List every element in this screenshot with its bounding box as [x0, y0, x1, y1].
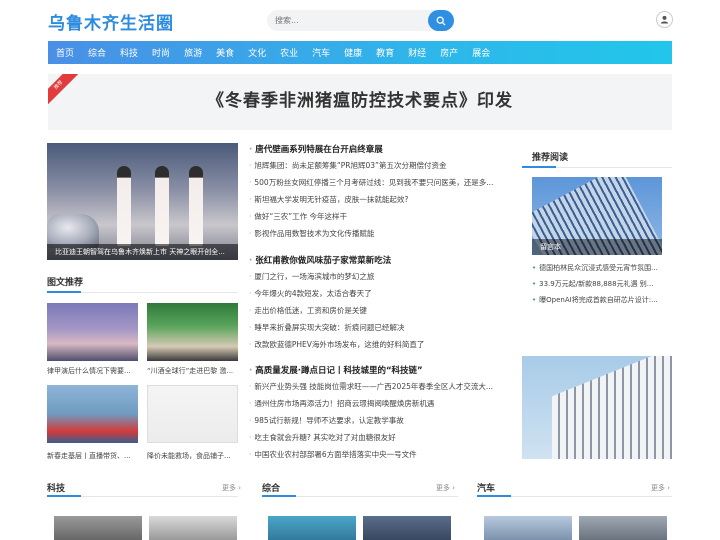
nav-item-tech[interactable]: 科技 — [120, 46, 138, 59]
recommend-image-caption[interactable]: 留言本 — [532, 239, 662, 255]
featured-banner[interactable]: 推荐 《冬春季非洲猪瘟防控技术要点》印发 — [48, 74, 672, 130]
building-shape — [552, 356, 672, 459]
sidebar-ad-image[interactable] — [522, 356, 672, 459]
hero-figure — [117, 166, 131, 246]
recommend-item[interactable]: 德国柏林民众沉浸式感受元宵节氛围... — [532, 263, 664, 273]
section-divider — [262, 495, 458, 497]
nav-item-finance[interactable]: 财经 — [408, 46, 426, 59]
search-icon — [436, 11, 446, 30]
news-item[interactable]: 斯坦福大学发明无针疫苗，皮肤一抹就能起效? — [249, 194, 511, 205]
section-divider — [522, 166, 672, 168]
news-item[interactable]: 中国农业农村部部署6方面举措落实中央一号文件 — [249, 449, 511, 460]
search-bar — [267, 10, 454, 31]
news-headline[interactable]: 张红甫教你做风味茄子家常菜新吃法 — [249, 254, 391, 266]
nav-item-travel[interactable]: 旅游 — [184, 46, 202, 59]
section-divider — [47, 495, 238, 497]
hero-figure — [155, 166, 169, 246]
news-item[interactable]: 做好“三农”工作 今年这样干 — [249, 211, 511, 222]
graphics-section-title: 图文推荐 — [47, 278, 84, 288]
nav-item-expo[interactable]: 展会 — [472, 46, 490, 59]
graphics-caption[interactable]: 律甲演后什么情况下需要... — [47, 366, 137, 376]
nav-item-agriculture[interactable]: 农业 — [280, 46, 298, 59]
news-item[interactable]: 今年爆火的4款短发，太适合春天了 — [249, 288, 511, 299]
graphics-caption[interactable]: “川酒全球行”走进巴黎 激... — [147, 366, 237, 376]
hero-image[interactable]: 比亚迪王朝智驾在乌鲁木齐焕新上市 天神之眼开创全... — [47, 143, 238, 260]
section-title-auto[interactable]: 汽车 — [477, 481, 495, 494]
section-title-tech[interactable]: 科技 — [47, 481, 65, 494]
main-nav: 首页 综合 科技 时尚 旅游 美食 文化 农业 汽车 健康 教育 财经 房产 展… — [48, 41, 672, 64]
section-thumb[interactable] — [484, 516, 572, 540]
nav-item-home[interactable]: 首页 — [56, 46, 74, 59]
news-item[interactable]: 旭辉集团：尚未足额筹集“PR旭辉03”第五次分期偿付资金 — [249, 160, 511, 171]
nav-item-food[interactable]: 美食 — [216, 46, 234, 59]
section-thumb[interactable] — [54, 516, 142, 540]
section-thumb[interactable] — [149, 516, 237, 540]
graphics-thumb[interactable] — [47, 385, 138, 443]
section-divider — [477, 495, 672, 497]
nav-item-general[interactable]: 综合 — [88, 46, 106, 59]
section-thumb[interactable] — [268, 516, 356, 540]
header: 乌鲁木齐生活圈 — [0, 0, 720, 40]
nav-item-realestate[interactable]: 房产 — [440, 46, 458, 59]
graphics-thumb[interactable] — [147, 303, 238, 361]
recommend-item[interactable]: 曝OpenAI将完成首款自研芯片设计:... — [532, 295, 664, 305]
search-input[interactable] — [267, 10, 427, 31]
nav-item-culture[interactable]: 文化 — [248, 46, 266, 59]
recommend-title: 推荐阅读 — [532, 153, 569, 163]
news-item[interactable]: 睡早来折叠屏实现大突破：折痕问题已经解决 — [249, 322, 511, 333]
news-headline[interactable]: 高质量发展·蹲点日记丨科技城里的“科技链” — [249, 364, 422, 376]
hero-car-shape — [47, 214, 99, 248]
news-item[interactable]: 985试行新规！导师不达要求，认定教学事故 — [249, 415, 511, 426]
graphics-caption[interactable]: 降价未能救场，食品铺子... — [147, 451, 237, 461]
hero-figure — [189, 166, 203, 246]
user-icon[interactable] — [656, 11, 673, 28]
news-item[interactable]: 通州住房市场再添活力！招商云璟揭阅唤醒焕房新机遇 — [249, 398, 511, 409]
news-item[interactable]: 500万粉丝女网红停播三个月考研过线：见到我不要只问医美，还是多... — [249, 177, 511, 188]
graphics-caption[interactable]: 新春走基层丨直播带货、... — [47, 451, 137, 461]
hero-caption[interactable]: 比亚迪王朝智驾在乌鲁木齐焕新上市 天神之眼开创全... — [47, 244, 238, 260]
news-item[interactable]: 改款欧蓝德PHEV海外市场发布，这维的好料简直了 — [249, 339, 511, 350]
nav-item-auto[interactable]: 汽车 — [312, 46, 330, 59]
nav-item-education[interactable]: 教育 — [376, 46, 394, 59]
news-item[interactable]: 影视作品用数智技术为文化传播赋能 — [249, 228, 511, 239]
site-logo[interactable]: 乌鲁木齐生活圈 — [48, 9, 174, 34]
recommend-item[interactable]: 33.9万元起/新款88,888元礼遇 别... — [532, 279, 664, 289]
news-item[interactable]: 吃主食就会升糖? 其实吃对了对血糖很友好 — [249, 432, 511, 443]
section-thumb[interactable] — [363, 516, 451, 540]
banner-title[interactable]: 《冬春季非洲猪瘟防控技术要点》印发 — [48, 86, 672, 111]
news-headline[interactable]: 唐代壁画系列特展在台开启终章展 — [249, 143, 383, 155]
more-link-tech[interactable]: 更多 › — [222, 483, 241, 493]
search-button[interactable] — [428, 10, 454, 31]
news-item[interactable]: 厦门之行，一场海滨城市的梦幻之旅 — [249, 271, 511, 282]
news-item[interactable]: 走出价格低迷，工资和房价是关键 — [249, 305, 511, 316]
graphics-thumb[interactable] — [47, 303, 138, 361]
nav-item-health[interactable]: 健康 — [344, 46, 362, 59]
more-link-general[interactable]: 更多 › — [436, 483, 455, 493]
section-thumb[interactable] — [579, 516, 667, 540]
section-title-general[interactable]: 综合 — [262, 481, 280, 494]
news-item[interactable]: 新兴产业势头强 技能岗位需求旺——广西2025年春季全区人才交流大... — [249, 381, 511, 392]
graphics-thumb[interactable] — [147, 385, 238, 443]
more-link-auto[interactable]: 更多 › — [651, 483, 670, 493]
nav-item-fashion[interactable]: 时尚 — [152, 46, 170, 59]
section-divider — [47, 291, 238, 293]
